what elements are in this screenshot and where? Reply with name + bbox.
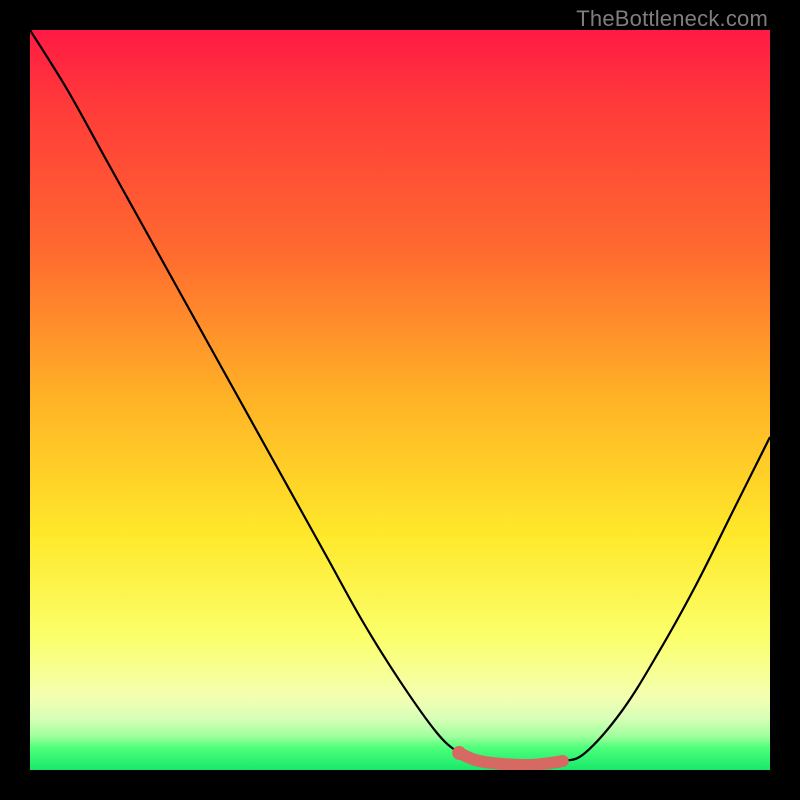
chart-frame: TheBottleneck.com	[0, 0, 800, 800]
attribution-watermark: TheBottleneck.com	[576, 6, 768, 32]
plot-gradient-background	[30, 30, 770, 770]
